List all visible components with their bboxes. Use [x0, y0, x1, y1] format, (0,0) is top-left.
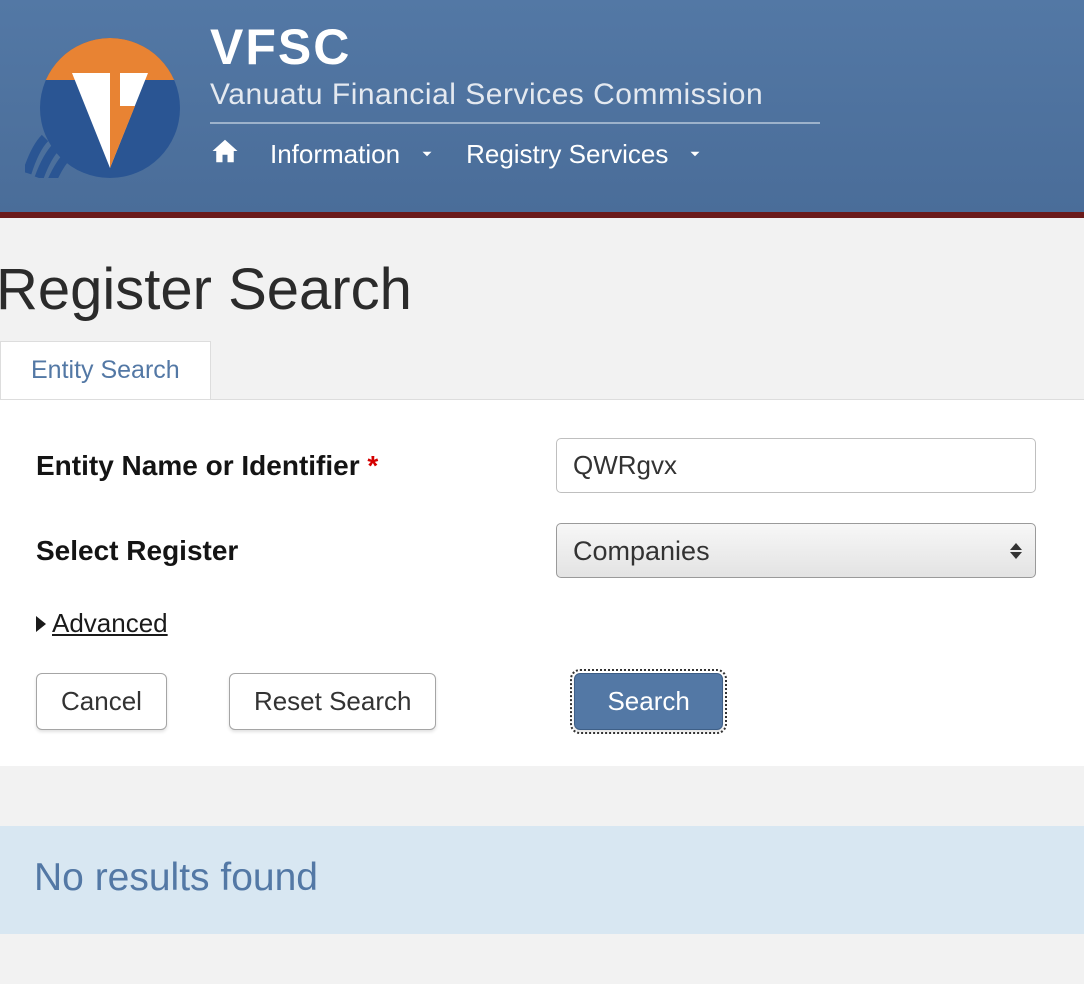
- cancel-button[interactable]: Cancel: [36, 673, 167, 730]
- no-results-message: No results found: [34, 856, 1050, 900]
- results-gap: [0, 766, 1084, 826]
- chevron-down-icon: [686, 139, 704, 170]
- row-select-register: Select Register Companies: [36, 523, 1048, 578]
- site-header: VFSC Vanuatu Financial Services Commissi…: [0, 0, 1084, 212]
- header-divider: [210, 122, 820, 124]
- button-row: Cancel Reset Search Search: [36, 673, 1048, 730]
- nav-registry-services[interactable]: Registry Services: [466, 139, 704, 170]
- entity-name-label-text: Entity Name or Identifier: [36, 450, 360, 481]
- nav-registry-services-label: Registry Services: [466, 139, 668, 170]
- advanced-toggle[interactable]: Advanced: [36, 608, 1048, 639]
- reset-search-button[interactable]: Reset Search: [229, 673, 437, 730]
- advanced-label: Advanced: [52, 608, 168, 639]
- search-button[interactable]: Search: [574, 673, 722, 730]
- search-panel: Entity Name or Identifier * Select Regis…: [0, 399, 1084, 766]
- entity-name-input[interactable]: [556, 438, 1036, 493]
- brand-tagline: Vanuatu Financial Services Commission: [210, 78, 1084, 112]
- main-content: Register Search Entity Search Entity Nam…: [0, 218, 1084, 934]
- results-bar: No results found: [0, 826, 1084, 934]
- vfsc-logo-icon: [25, 18, 185, 178]
- triangle-right-icon: [36, 616, 46, 632]
- nav-information[interactable]: Information: [270, 139, 436, 170]
- select-register-wrap: Companies: [556, 523, 1036, 578]
- header-content: VFSC Vanuatu Financial Services Commissi…: [210, 18, 1084, 173]
- tab-list: Entity Search: [0, 341, 1084, 399]
- page-title: Register Search: [0, 256, 1084, 323]
- brand-title: VFSC: [210, 18, 1084, 76]
- tab-entity-search[interactable]: Entity Search: [0, 341, 211, 399]
- required-indicator: *: [367, 450, 378, 481]
- select-register-label: Select Register: [36, 535, 556, 567]
- nav-information-label: Information: [270, 139, 400, 170]
- row-entity-name: Entity Name or Identifier *: [36, 438, 1048, 493]
- chevron-down-icon: [418, 139, 436, 170]
- logo-container: [0, 18, 210, 178]
- select-register-input[interactable]: Companies: [556, 523, 1036, 578]
- main-nav: Information Registry Services: [210, 136, 1084, 173]
- home-icon: [210, 136, 240, 173]
- entity-name-label: Entity Name or Identifier *: [36, 450, 556, 482]
- nav-home[interactable]: [210, 136, 240, 173]
